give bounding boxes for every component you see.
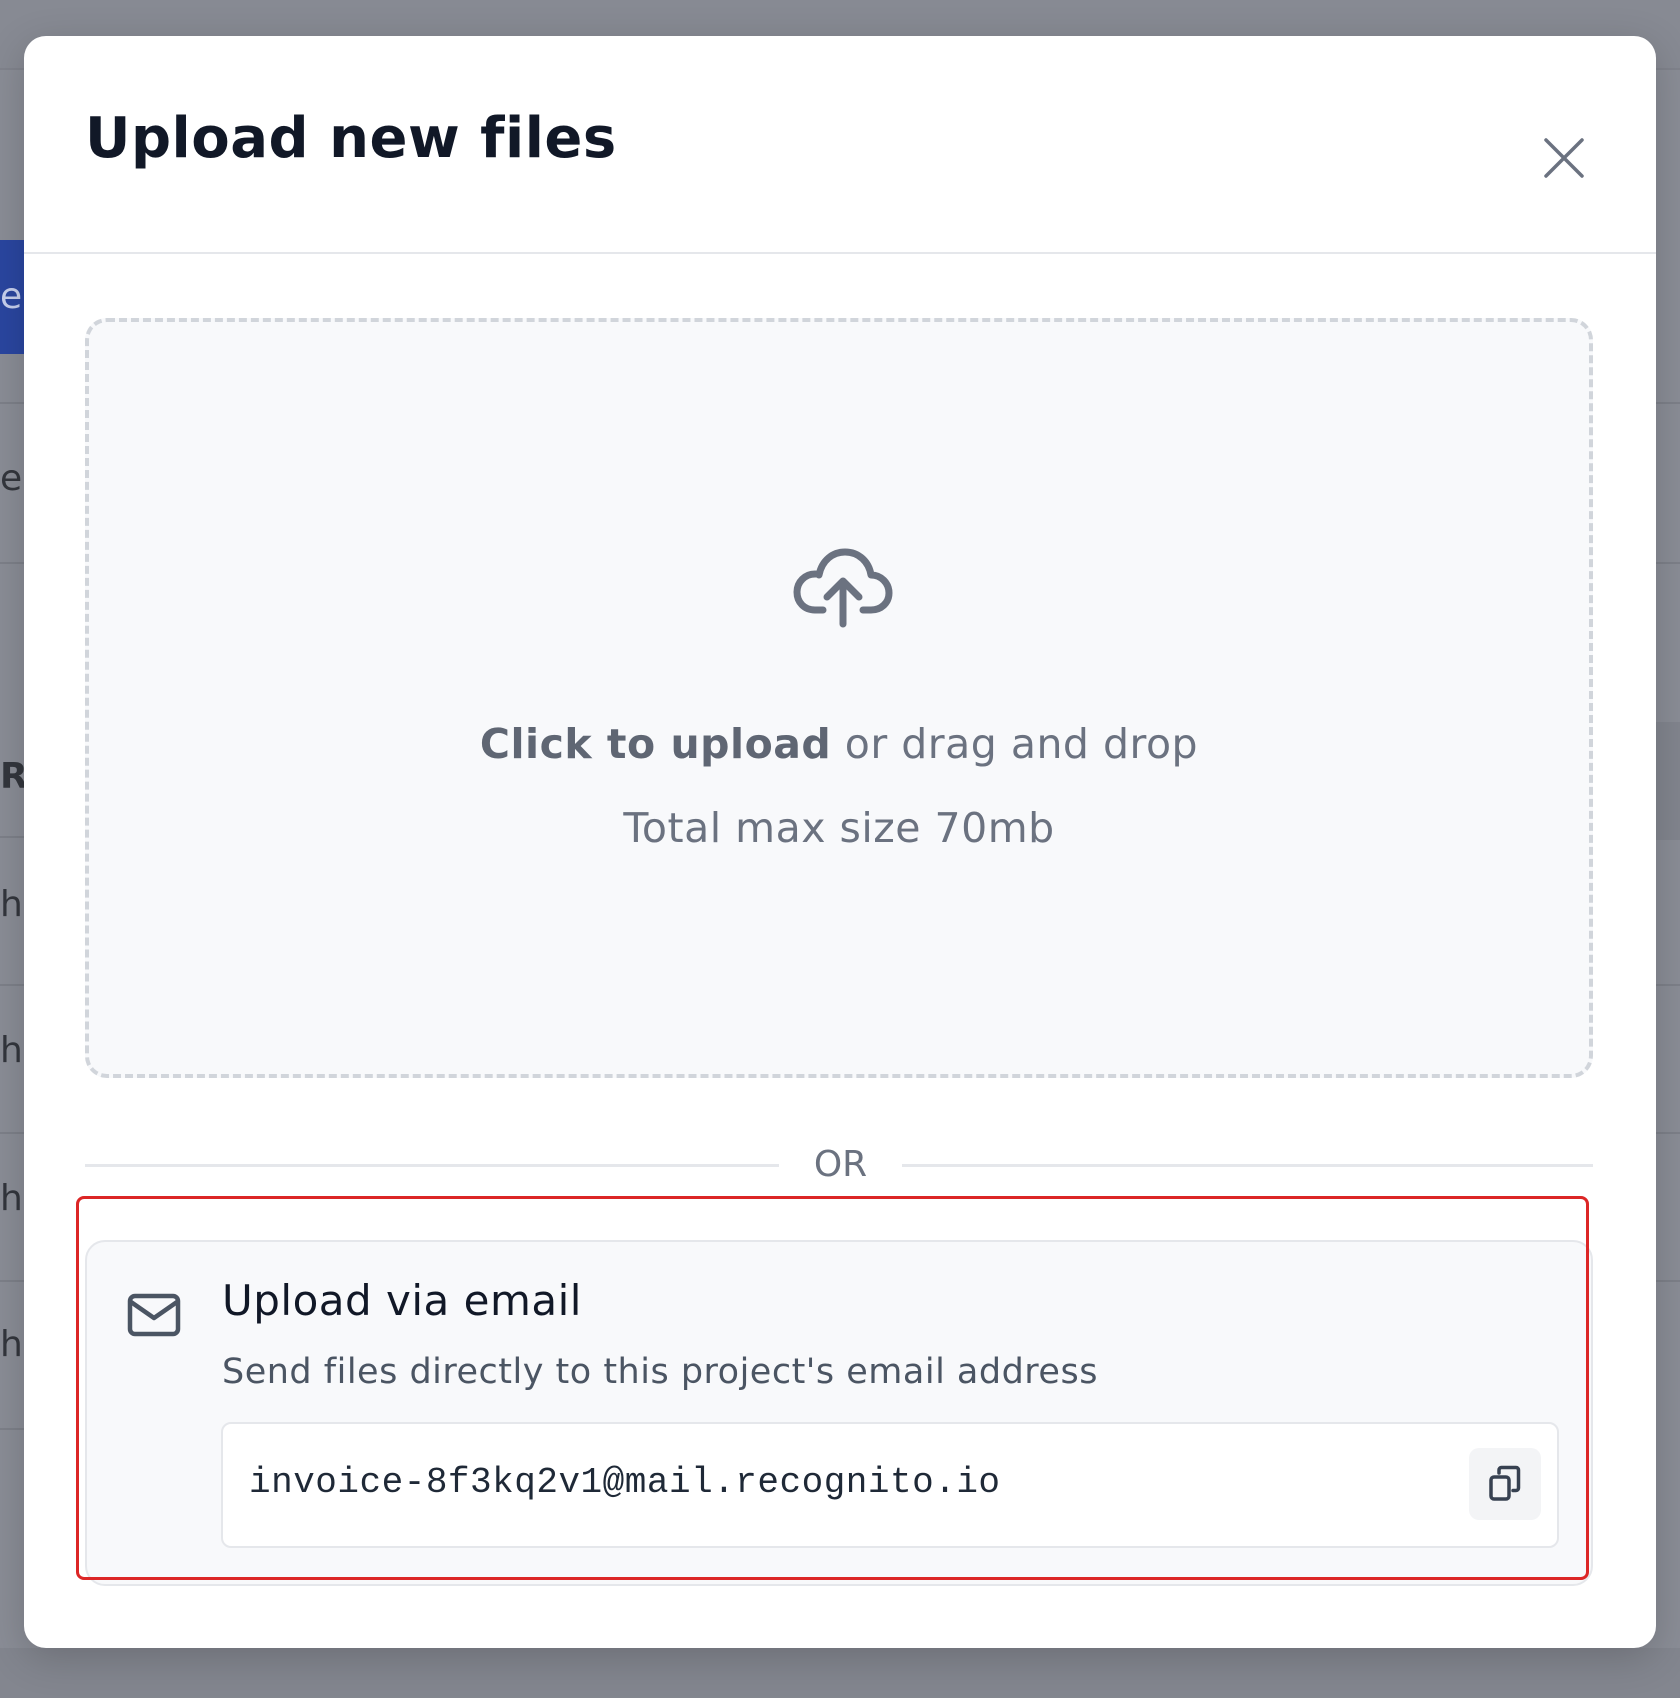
- background-footer: [0, 1648, 1680, 1698]
- highlight-box: [76, 1196, 1589, 1580]
- or-divider-label: OR: [813, 1144, 868, 1185]
- background-panel: [1655, 722, 1680, 840]
- close-button[interactable]: [1524, 118, 1604, 198]
- click-to-upload-link[interactable]: Click to upload: [480, 720, 831, 768]
- divider-line-left: [85, 1164, 779, 1167]
- close-icon: [1544, 138, 1584, 178]
- modal-header: Upload new files: [24, 36, 1656, 254]
- background-divider: [1655, 1132, 1680, 1134]
- max-size-note: Total max size 70mb: [623, 804, 1055, 852]
- modal-title: Upload new files: [85, 106, 617, 171]
- background-divider: [1655, 984, 1680, 986]
- upload-instructions: Click to upload or drag and drop: [89, 720, 1589, 768]
- divider-line-right: [902, 1164, 1593, 1167]
- drag-drop-text: or drag and drop: [831, 720, 1199, 768]
- background-divider: [1655, 562, 1680, 564]
- background-divider: [1655, 402, 1680, 404]
- background-button-text: e: [0, 276, 23, 317]
- cloud-upload-icon: [793, 548, 893, 628]
- upload-modal: Upload new files Click to upload or drag…: [24, 36, 1656, 1648]
- background-divider: [1655, 1280, 1680, 1282]
- file-dropzone[interactable]: Click to upload or drag and drop Total m…: [85, 318, 1593, 1078]
